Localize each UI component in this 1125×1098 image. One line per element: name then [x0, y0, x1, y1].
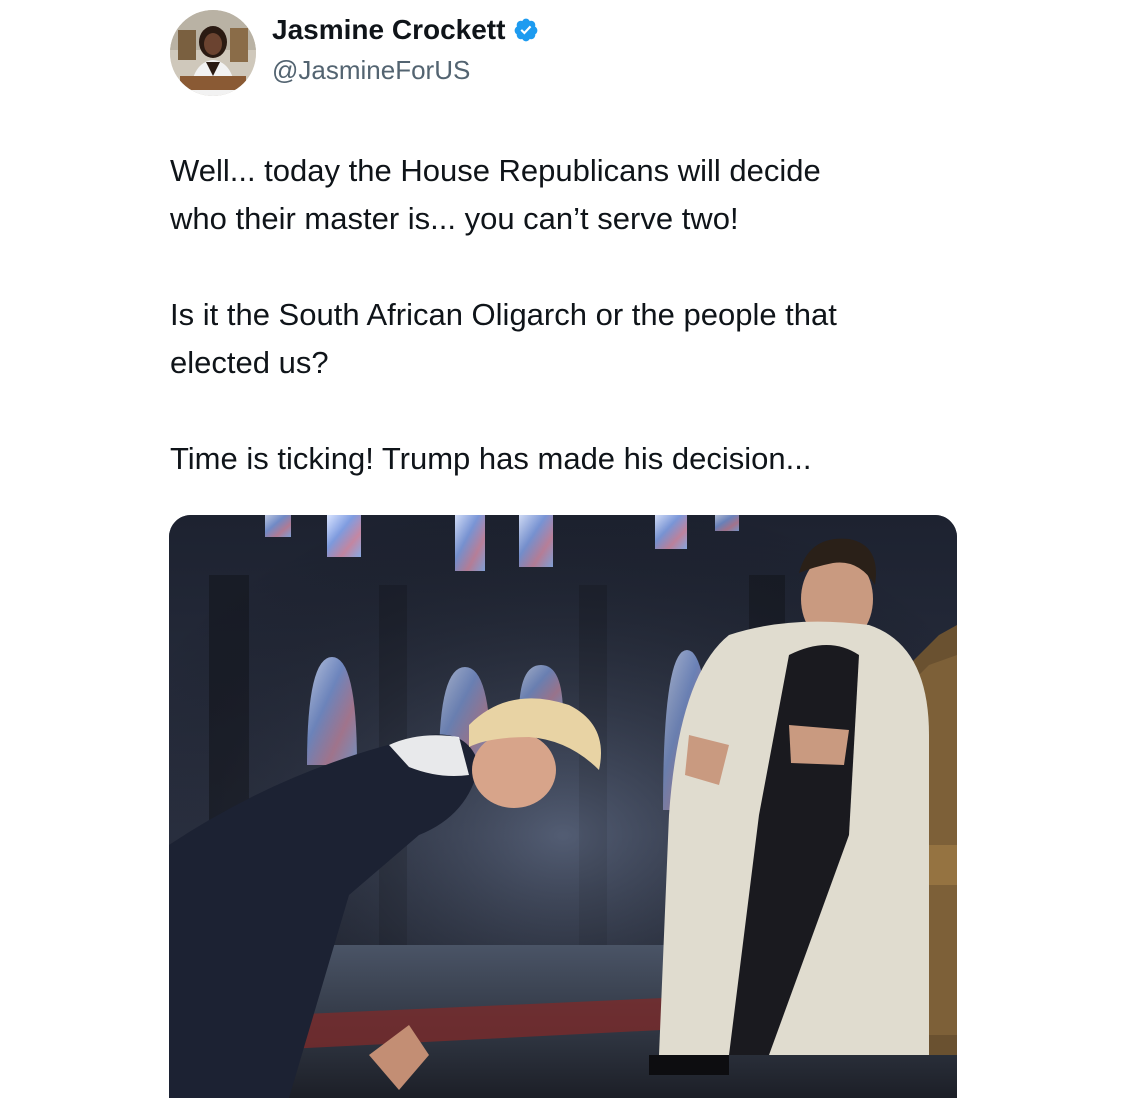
display-name[interactable]: Jasmine Crockett: [272, 14, 505, 46]
tweet-text: Well... today the House Republicans will…: [170, 147, 1010, 483]
verified-badge-icon: [515, 18, 538, 42]
avatar-photo-icon: [170, 10, 256, 96]
attached-image-icon: [169, 515, 957, 1098]
avatar[interactable]: [170, 10, 256, 96]
tweet-paragraph-2: Is it the South African Oligarch or the …: [170, 297, 837, 380]
tweet-image[interactable]: [169, 515, 957, 1098]
author-name-row: Jasmine Crockett: [272, 14, 539, 46]
tweet-paragraph-1: Well... today the House Republicans will…: [170, 153, 821, 236]
tweet-card: Jasmine Crockett @JasmineForUS Well... t…: [0, 0, 1125, 1098]
author-handle[interactable]: @JasmineForUS: [272, 55, 470, 86]
tweet-paragraph-3: Time is ticking! Trump has made his deci…: [170, 441, 812, 476]
